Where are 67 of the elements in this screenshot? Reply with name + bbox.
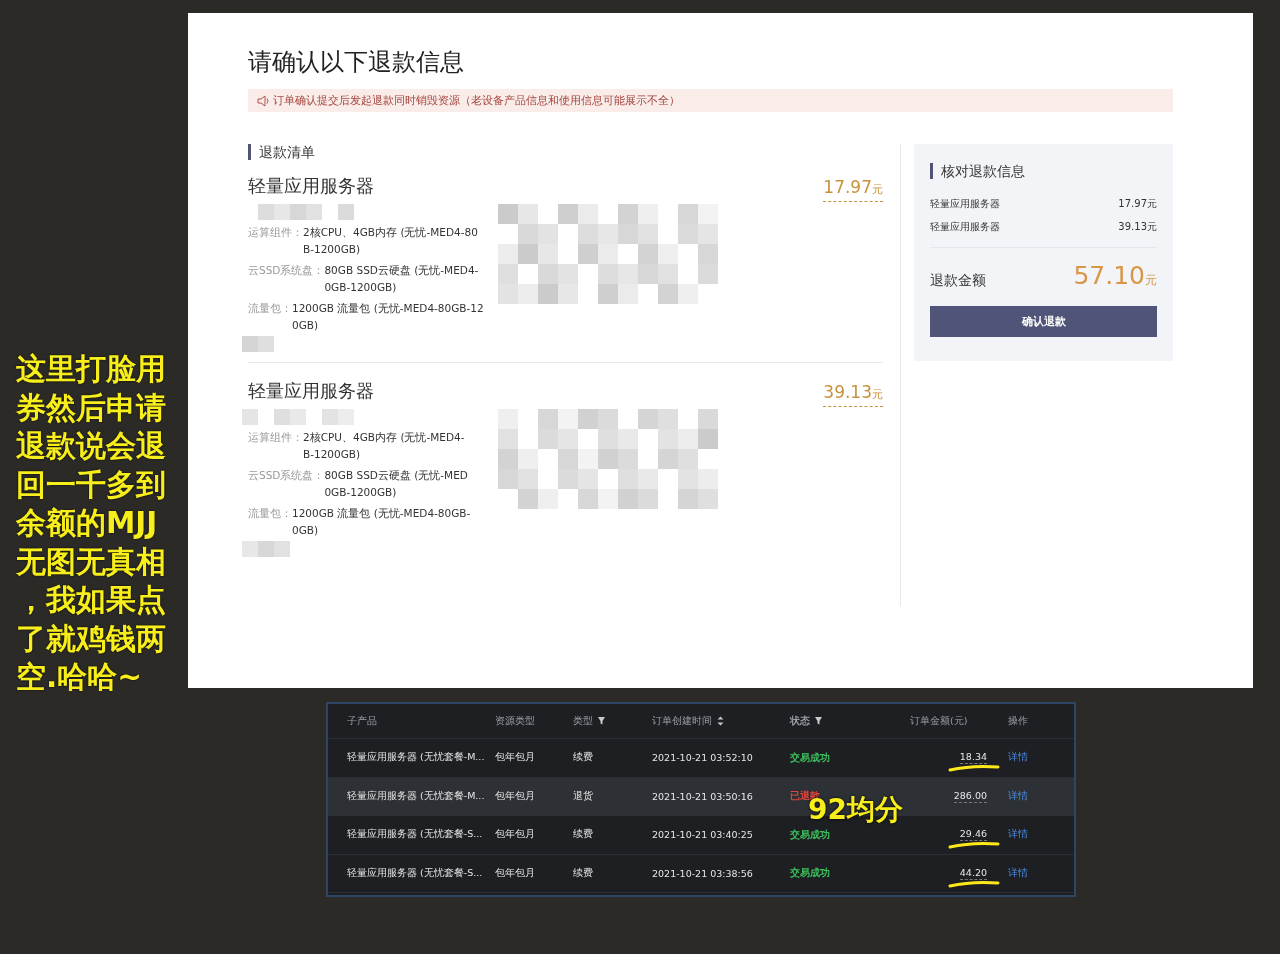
section-heading: 退款清单 — [248, 144, 883, 160]
notice-text: 订单确认提交后发起退款同时销毁资源（老设备产品信息和使用信息可能展示不全） — [273, 93, 680, 108]
dialog-title: 请确认以下退款信息 — [248, 47, 465, 77]
item-amount: 39.13元 — [1118, 220, 1157, 233]
section-heading: 核对退款信息 — [930, 163, 1157, 179]
spec-label: 云SSD系统盘： — [248, 263, 325, 278]
details-link[interactable]: 详情 — [1008, 866, 1028, 880]
price-text: 17.97元 — [823, 176, 883, 202]
table-cell: 2021-10-21 03:52:10 — [652, 752, 753, 764]
item-amount: 17.97元 — [1118, 197, 1157, 210]
column-header: 订单金额(元) — [910, 714, 968, 728]
table-cell: 包年包月 — [495, 866, 535, 880]
table-cell: 包年包月 — [495, 789, 535, 803]
filter-icon — [597, 716, 606, 726]
spec-label: 运算组件： — [248, 225, 303, 240]
product-name: 轻量应用服务器 — [248, 379, 374, 403]
column-header: 状态 — [790, 714, 810, 728]
table-cell: 包年包月 — [495, 751, 535, 765]
amount-text: 18.34 — [959, 751, 987, 765]
details-link[interactable]: 详情 — [1008, 751, 1028, 765]
table-cell: 续费 — [573, 751, 593, 765]
table-cell: 2021-10-21 03:40:25 — [652, 829, 753, 841]
price-text: 39.13元 — [823, 381, 883, 407]
spec-value: 1200GB 流量包 (无忧-MED4-80GB-12 0GB) — [292, 301, 484, 333]
status-text: 交易成功 — [790, 866, 830, 881]
mosaic-drawing — [242, 541, 290, 557]
sort-icon — [716, 716, 725, 726]
status-text: 交易成功 — [790, 827, 830, 842]
filter-icon — [814, 716, 823, 726]
spec-label: 云SSD系统盘： — [248, 468, 325, 483]
table-cell: 退货 — [573, 789, 593, 803]
status-text: 交易成功 — [790, 750, 830, 765]
spec-label: 流量包： — [248, 301, 292, 316]
column-header: 订单创建时间 — [652, 714, 712, 728]
column-header: 子产品 — [347, 714, 377, 728]
spec-value: 2核CPU、4GB内存 (无忧-MED4- B-1200GB) — [303, 430, 465, 462]
table-cell: 轻量应用服务器 (无忧套餐-M... — [347, 789, 485, 803]
total-label: 退款金额 — [930, 272, 986, 290]
spec-value: 2核CPU、4GB内存 (无忧-MED4-80 B-1200GB) — [303, 225, 478, 257]
table-cell: 轻量应用服务器 (无忧套餐-S... — [347, 866, 483, 880]
total-amount: 57.10元 — [1073, 262, 1157, 292]
item-name: 轻量应用服务器 — [930, 197, 1000, 210]
details-link[interactable]: 详情 — [1008, 828, 1028, 842]
amount-text: 286.00 — [953, 789, 987, 803]
amount-text: 29.46 — [959, 828, 987, 842]
spec-label: 运算组件： — [248, 430, 303, 445]
table-cell: 包年包月 — [495, 828, 535, 842]
table-cell: 轻量应用服务器 (无忧套餐-M... — [347, 751, 485, 765]
table-cell: 续费 — [573, 866, 593, 880]
speaker-icon — [257, 94, 269, 107]
amount-text: 44.20 — [959, 866, 987, 880]
table-cell: 2021-10-21 03:50:16 — [652, 790, 753, 802]
spec-value: 80GB SSD云硬盘 (无忧-MED 0GB-1200GB) — [324, 468, 468, 500]
table-cell: 轻量应用服务器 (无忧套餐-S... — [347, 828, 483, 842]
column-header: 类型 — [573, 714, 593, 728]
spec-value: 1200GB 流量包 (无忧-MED4-80GB- 0GB) — [292, 506, 471, 538]
table-cell: 续费 — [573, 828, 593, 842]
table-cell: 2021-10-21 03:38:56 — [652, 867, 753, 879]
item-name: 轻量应用服务器 — [930, 220, 1000, 233]
spec-value: 80GB SSD云硬盘 (无忧-MED4- 0GB-1200GB) — [324, 263, 479, 295]
column-header: 操作 — [1008, 714, 1028, 728]
annotation-text: 这里打脸用券然后申请退款说会退回一千多到余额的MJJ无图无真相，我如果点了就鸡钱两空.哈哈~ — [16, 351, 167, 696]
details-link[interactable]: 详情 — [1008, 789, 1028, 803]
product-name: 轻量应用服务器 — [248, 174, 374, 198]
confirm-refund-button[interactable]: 确认退款 — [930, 306, 1157, 337]
spec-label: 流量包： — [248, 506, 292, 521]
column-header: 资源类型 — [495, 714, 535, 728]
